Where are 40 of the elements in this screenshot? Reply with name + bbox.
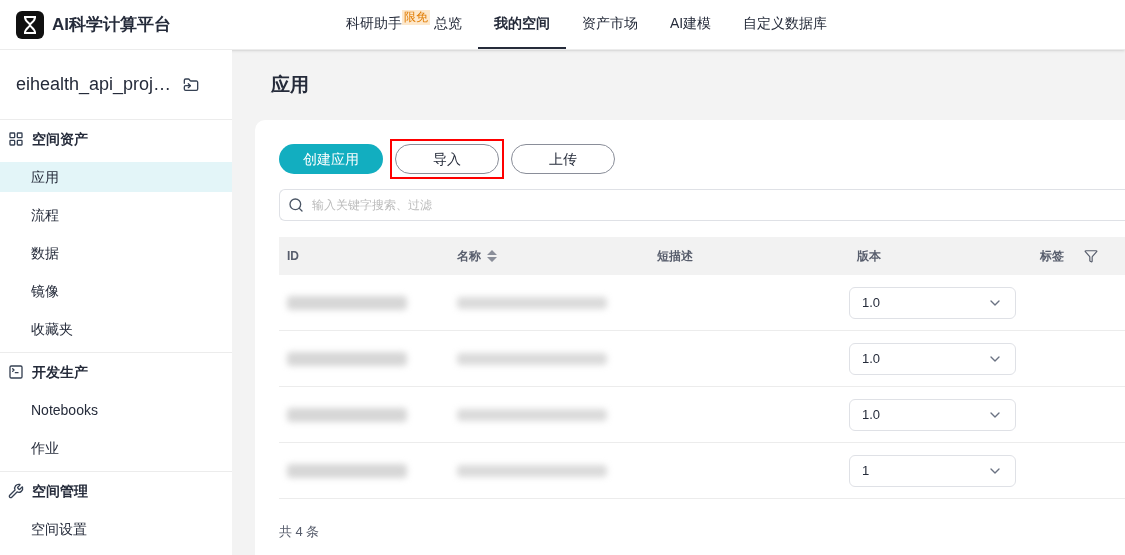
nav-tab[interactable]: 我的空间 (478, 0, 566, 49)
search-icon (288, 197, 304, 213)
column-header: 版本 (857, 248, 881, 265)
search-field[interactable]: 输入关键字搜索、过滤 (279, 189, 1125, 221)
nav-tab[interactable]: AI建模 (654, 0, 728, 49)
wrench-icon (8, 483, 24, 499)
column-header: ID (287, 248, 299, 265)
page-title: 应用 (271, 72, 309, 97)
sidebar-item[interactable]: 镜像 (0, 276, 232, 306)
sidebar-group-title: 空间资产 (32, 129, 88, 149)
sidebar-group-title: 开发生产 (32, 362, 88, 382)
nav-tab[interactable]: 资产市场 (566, 0, 654, 49)
free-badge: 限免 (402, 10, 430, 25)
version-select[interactable]: 1.0 (849, 286, 1016, 319)
grid-icon (8, 131, 24, 147)
sidebar-item[interactable]: 应用 (0, 162, 232, 192)
version-select[interactable]: 1.0 (849, 342, 1016, 375)
folder-switch-icon[interactable] (183, 76, 200, 93)
sidebar-group-title: 空间管理 (32, 481, 88, 501)
column-header: 标签 (1040, 248, 1064, 265)
sidebar-item[interactable]: Notebooks (0, 395, 232, 425)
column-header: 名称 (457, 248, 481, 265)
hourglass-logo-icon (16, 10, 44, 39)
action-button[interactable]: 导入 (395, 144, 499, 174)
version-select[interactable]: 1.0 (849, 398, 1016, 431)
sidebar-item[interactable]: 作业 (0, 433, 232, 463)
sidebar-item[interactable]: 收藏夹 (0, 314, 232, 344)
action-button[interactable]: 上传 (511, 144, 615, 174)
column-header: 短描述 (657, 248, 693, 265)
filter-icon[interactable] (1084, 249, 1098, 263)
version-select[interactable]: 1 (849, 454, 1016, 487)
sidebar-item[interactable]: 流程 (0, 200, 232, 230)
sidebar-item[interactable]: 数据 (0, 238, 232, 268)
total-count: 共 4 条 (279, 524, 320, 539)
sidebar-item[interactable]: 空间设置 (0, 514, 232, 544)
project-name: eihealth_api_proj… (16, 73, 172, 97)
platform-title: AI科学计算平台 (52, 13, 171, 36)
terminal-icon (8, 364, 24, 380)
nav-tab[interactable]: 自定义数据库 (727, 0, 844, 49)
sort-icon[interactable] (487, 250, 497, 262)
